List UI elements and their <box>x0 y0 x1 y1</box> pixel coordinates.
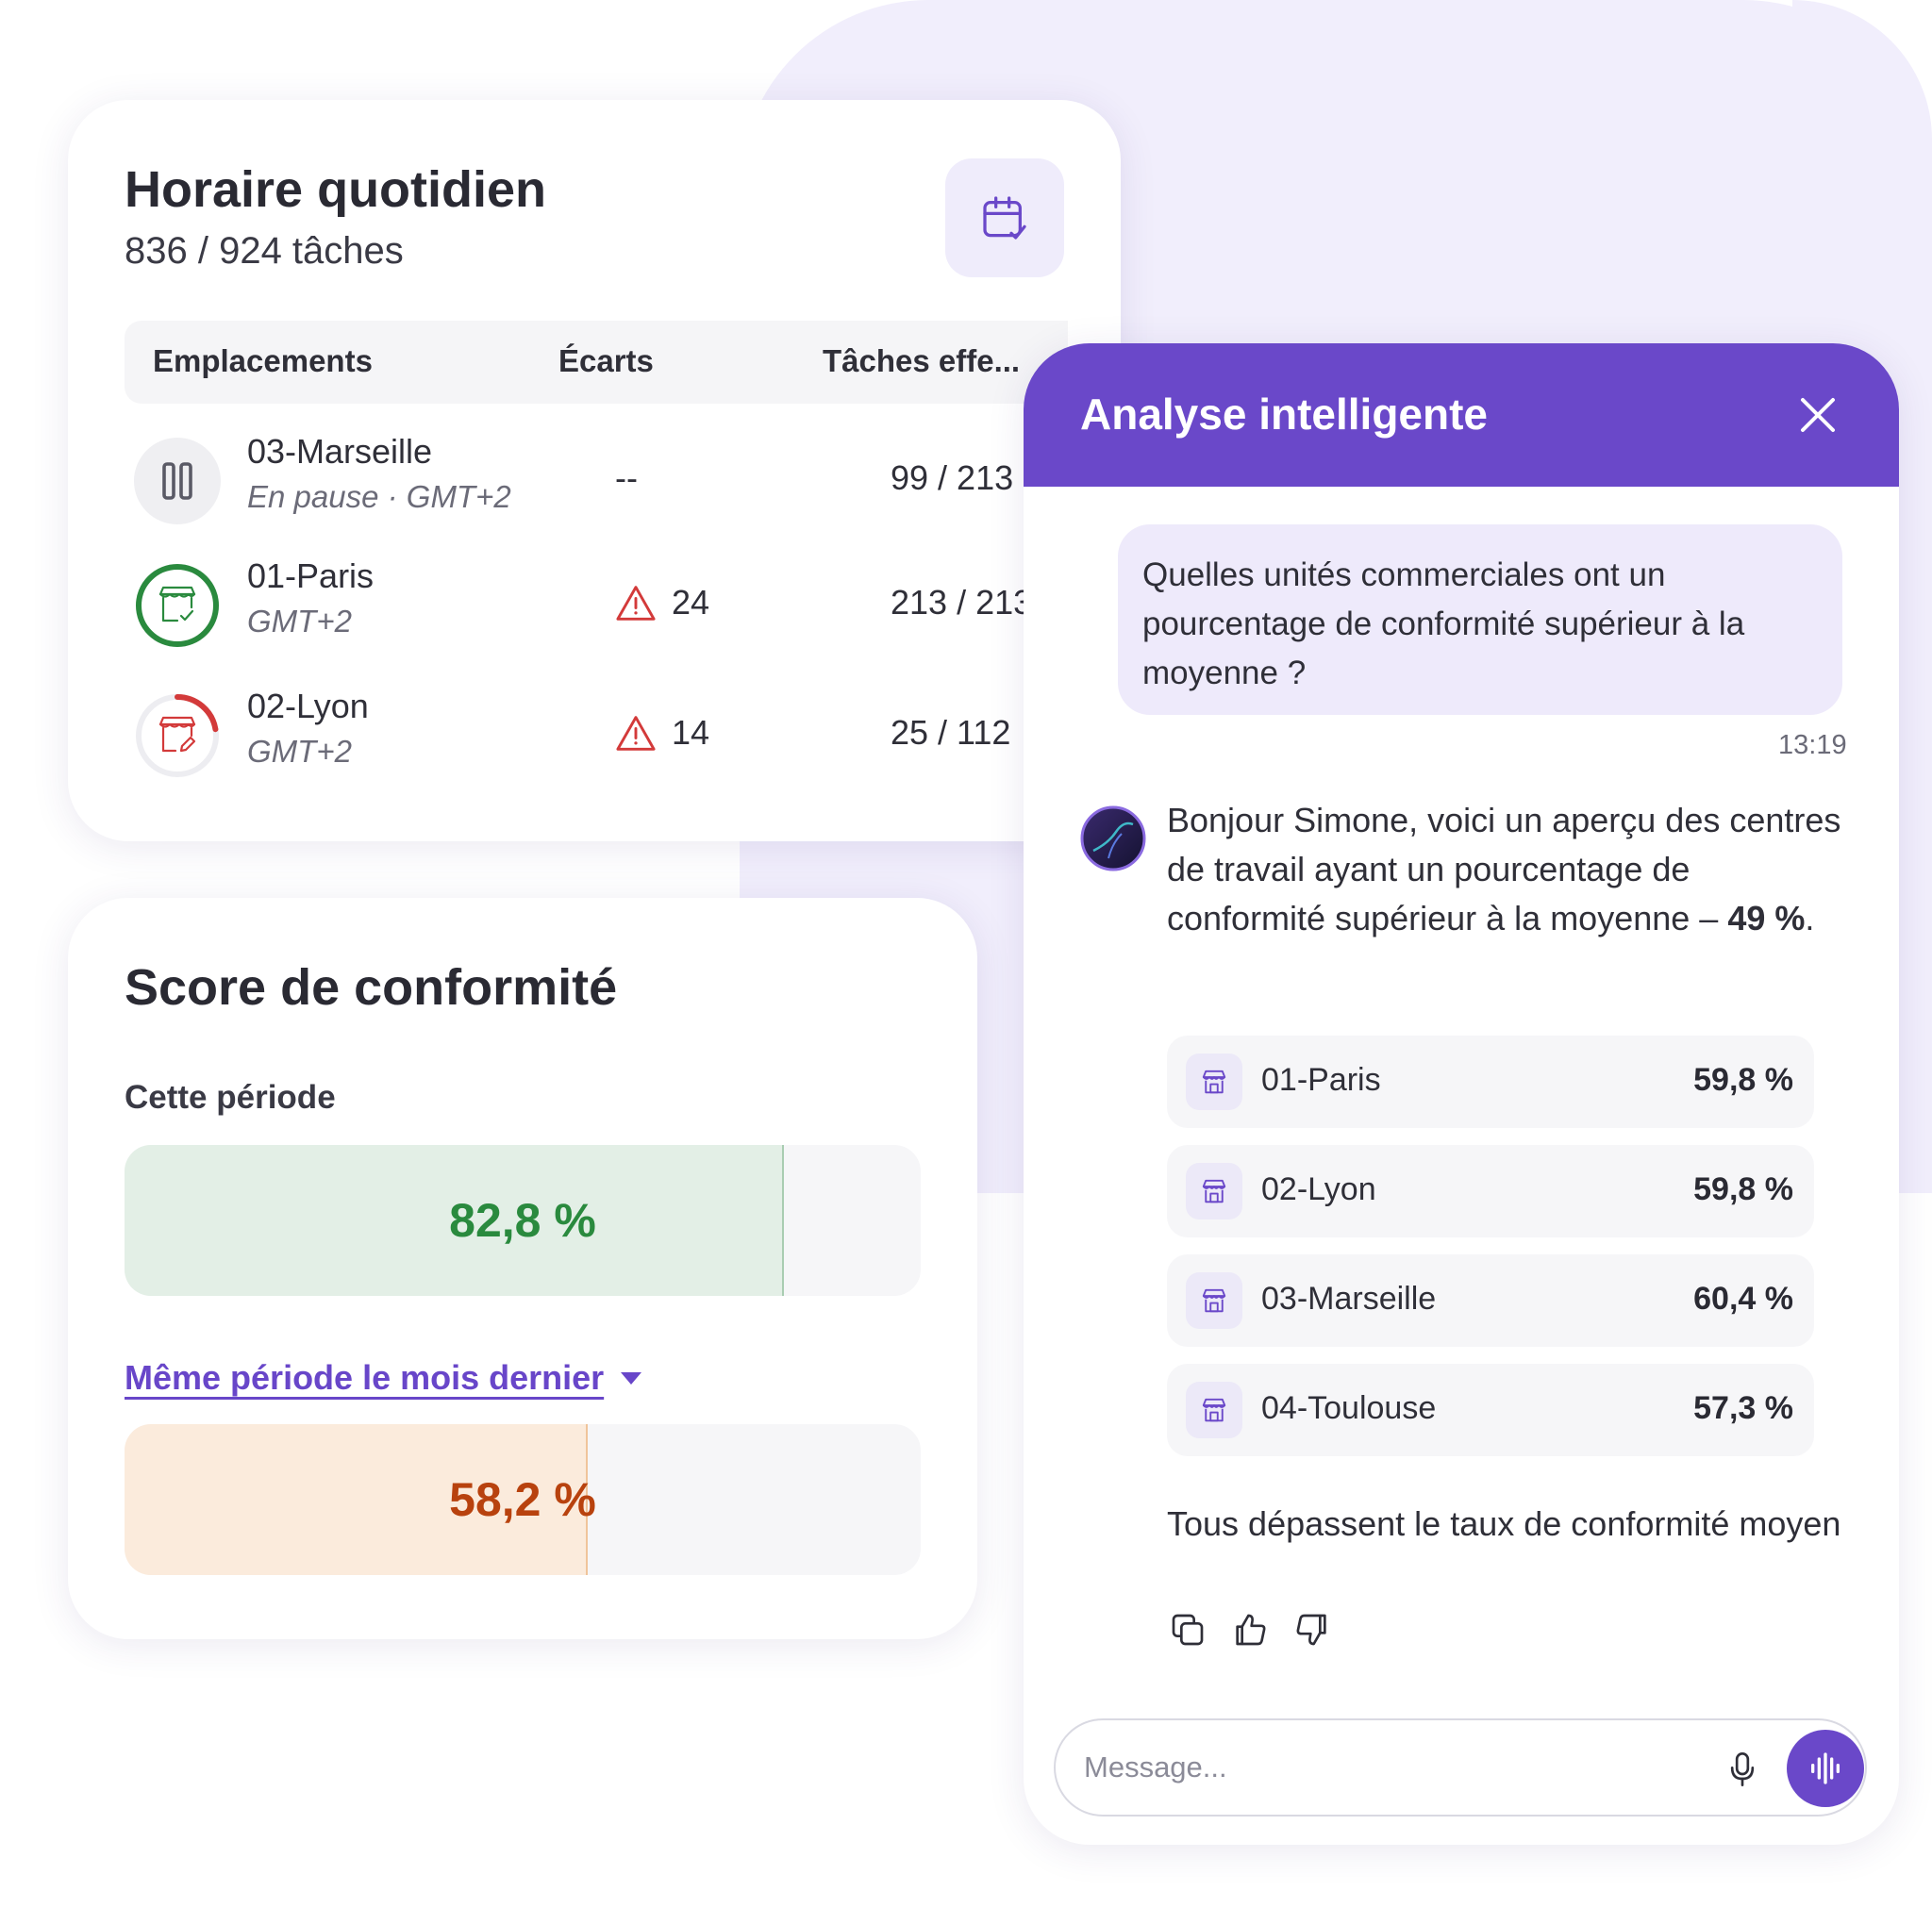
assistant-footer: Tous dépassent le taux de conformité moy… <box>1167 1504 1841 1543</box>
chat-header: Analyse intelligente <box>1024 343 1899 487</box>
deviation-value: -- <box>615 458 638 497</box>
warning-icon <box>616 716 656 751</box>
close-button[interactable] <box>1790 387 1846 443</box>
schedule-subtitle: 836 / 924 tâches <box>125 230 404 272</box>
comparison-period-label: Même période le mois dernier <box>125 1358 605 1397</box>
microphone-icon <box>1730 1752 1755 1786</box>
table-row[interactable]: 01-Paris GMT+2 24 213 / 213 <box>125 549 1068 662</box>
assistant-avatar <box>1080 805 1146 871</box>
unit-name: 02-Lyon <box>1261 1171 1376 1207</box>
warning-icon <box>616 586 656 621</box>
voice-mode-button[interactable] <box>1787 1730 1864 1807</box>
copy-icon <box>1172 1614 1204 1646</box>
current-score-bar: 82,8 % <box>125 1145 921 1296</box>
table-row[interactable]: 03-Marseille En pause · GMT+2 -- 99 / 21… <box>125 424 1068 538</box>
unit-name: 03-Marseille <box>1261 1281 1437 1317</box>
column-header-tasks[interactable]: Tâches effe... <box>823 343 1020 379</box>
list-item[interactable]: 04-Toulouse 57,3 % <box>1167 1364 1814 1456</box>
compliance-title: Score de conformité <box>125 959 618 1016</box>
voice-wave-icon <box>1811 1752 1840 1784</box>
user-message: Quelles unités commerciales ont un pourc… <box>1118 524 1842 715</box>
deviation-value: 14 <box>672 713 710 752</box>
assistant-intro-end: . <box>1805 899 1815 937</box>
comparison-period-dropdown[interactable]: Même période le mois dernier <box>125 1358 642 1398</box>
deviation-count: 24 <box>615 583 709 622</box>
previous-score-bar: 58,2 % <box>125 1424 921 1575</box>
schedule-table-header: Emplacements Écarts Tâches effe... <box>125 321 1068 404</box>
location-name: 02-Lyon <box>247 687 369 725</box>
progress-ring <box>136 564 219 647</box>
current-period-label: Cette période <box>125 1079 336 1116</box>
message-actions <box>1167 1609 1333 1651</box>
location-meta: GMT+2 <box>247 734 352 769</box>
deviation-count: -- <box>615 458 638 498</box>
progress-ring <box>136 694 219 777</box>
daily-schedule-card: Horaire quotidien 836 / 924 tâches Empla… <box>68 100 1121 841</box>
list-item[interactable]: 03-Marseille 60,4 % <box>1167 1254 1814 1347</box>
thumbs-up-icon <box>1236 1614 1266 1646</box>
location-name: 03-Marseille <box>247 432 433 471</box>
unit-percentage: 57,3 % <box>1693 1390 1793 1426</box>
current-score-value: 82,8 % <box>449 1194 596 1247</box>
calendar-button[interactable] <box>945 158 1064 277</box>
copy-button[interactable] <box>1167 1609 1208 1651</box>
column-header-deviations[interactable]: Écarts <box>558 343 654 379</box>
in-progress-status-avatar <box>134 692 221 779</box>
chevron-down-icon <box>621 1371 642 1385</box>
pause-icon <box>162 462 192 500</box>
deviation-value: 24 <box>672 583 710 622</box>
unit-percentage: 59,8 % <box>1693 1062 1793 1098</box>
message-input[interactable] <box>1084 1741 1669 1794</box>
unit-percentage: 60,4 % <box>1693 1281 1793 1317</box>
unit-name: 01-Paris <box>1261 1062 1381 1098</box>
chat-title: Analyse intelligente <box>1080 390 1489 439</box>
schedule-title: Horaire quotidien <box>125 161 547 218</box>
unit-percentage: 59,8 % <box>1693 1171 1793 1207</box>
thumbs-up-button[interactable] <box>1229 1609 1271 1651</box>
previous-score-value: 58,2 % <box>449 1473 596 1526</box>
store-icon <box>1186 1054 1242 1110</box>
tasks-done: 213 / 213 <box>891 583 1033 622</box>
calendar-check-icon <box>983 196 1026 240</box>
location-name: 01-Paris <box>247 556 375 595</box>
thumbs-down-icon <box>1296 1614 1326 1646</box>
list-item[interactable]: 02-Lyon 59,8 % <box>1167 1145 1814 1237</box>
paused-status-avatar <box>134 438 221 524</box>
smart-analysis-chat: Analyse intelligente Quelles unités comm… <box>1024 343 1899 1845</box>
compliance-score-card: Score de conformité Cette période 82,8 %… <box>68 898 977 1639</box>
close-icon <box>1801 398 1835 432</box>
message-composer <box>1054 1718 1867 1817</box>
assistant-message: Bonjour Simone, voici un aperçu des cent… <box>1167 796 1856 943</box>
thumbs-down-button[interactable] <box>1291 1609 1333 1651</box>
deviation-count: 14 <box>615 713 709 753</box>
table-row[interactable]: 02-Lyon GMT+2 14 25 / 112 <box>125 679 1068 792</box>
microphone-button[interactable] <box>1716 1743 1769 1796</box>
average-value: 49 % <box>1727 899 1806 937</box>
store-icon <box>1186 1163 1242 1219</box>
column-header-locations[interactable]: Emplacements <box>153 343 373 379</box>
unit-name: 04-Toulouse <box>1261 1390 1437 1426</box>
store-icon <box>1186 1272 1242 1329</box>
tasks-done: 99 / 213 <box>891 458 1014 497</box>
tasks-done: 25 / 112 <box>891 713 1011 752</box>
location-meta: GMT+2 <box>247 604 352 639</box>
location-meta: En pause · GMT+2 <box>247 479 511 514</box>
message-timestamp: 13:19 <box>1778 730 1847 760</box>
list-item[interactable]: 01-Paris 59,8 % <box>1167 1036 1814 1128</box>
complete-status-avatar <box>134 562 221 649</box>
store-icon <box>1186 1382 1242 1438</box>
